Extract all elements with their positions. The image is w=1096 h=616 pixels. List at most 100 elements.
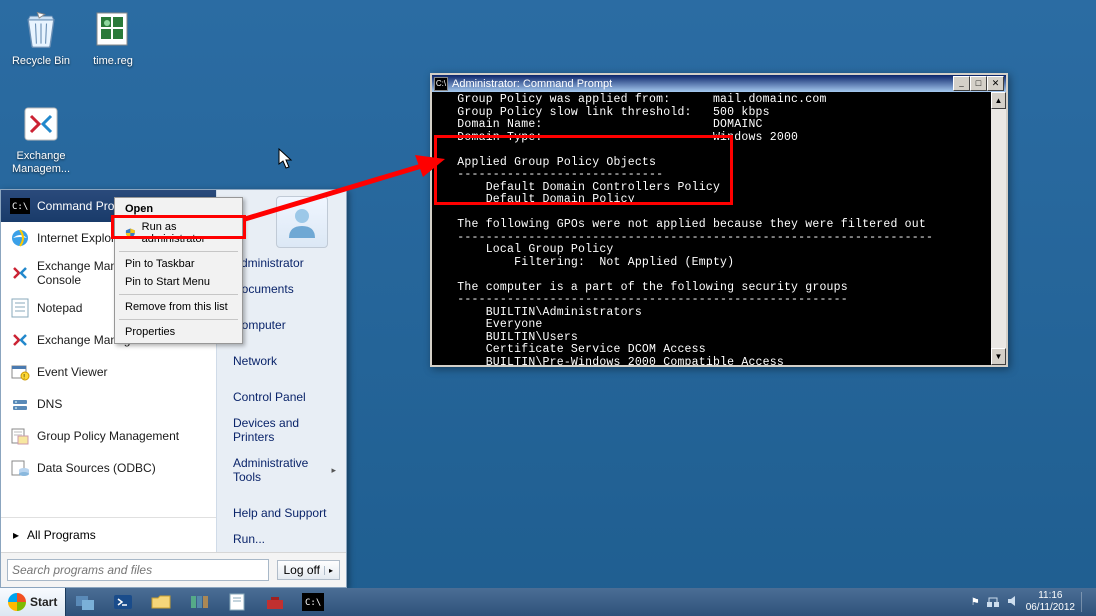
taskbar-powershell-icon[interactable] [104, 588, 142, 616]
ctx-pin-start[interactable]: Pin to Start Menu [117, 273, 240, 291]
recycle-bin-icon[interactable]: Recycle Bin [6, 5, 76, 68]
windows-orb-icon [8, 593, 26, 611]
ctx-pin-taskbar[interactable]: Pin to Taskbar [117, 255, 240, 273]
ctx-run-as-admin[interactable]: Run as administrator [117, 218, 240, 248]
ctx-separator [119, 319, 238, 320]
timereg-file-icon[interactable]: time.reg [78, 5, 148, 68]
taskbar-notepad-icon[interactable] [218, 588, 256, 616]
ie-icon [9, 227, 31, 249]
right-label: Administrator [233, 256, 304, 270]
svg-text:C:\: C:\ [12, 202, 28, 212]
pinned-item-odbc[interactable]: Data Sources (ODBC) [1, 452, 216, 484]
tray-network-icon[interactable] [986, 594, 1000, 611]
svg-text:C:\: C:\ [305, 598, 321, 608]
scroll-up-button[interactable]: ▲ [991, 92, 1006, 109]
ctx-remove[interactable]: Remove from this list [117, 298, 240, 316]
taskbar-explorer-icon[interactable] [142, 588, 180, 616]
ctx-label: Pin to Taskbar [125, 258, 195, 270]
system-tray: ⚑ 11:16 06/11/2012 [965, 588, 1096, 616]
logoff-dropdown-icon[interactable]: ▸ [324, 566, 333, 575]
pinned-item-event-viewer[interactable]: ! Event Viewer [1, 356, 216, 388]
shield-icon [125, 227, 136, 239]
ctx-separator [119, 294, 238, 295]
right-label: Help and Support [233, 506, 326, 520]
scroll-down-button[interactable]: ▼ [991, 348, 1006, 365]
pinned-label: Event Viewer [37, 365, 107, 379]
cmd-titlebar[interactable]: C:\ Administrator: Command Prompt _ □ ✕ [432, 75, 1006, 92]
ctx-label: Remove from this list [125, 301, 228, 313]
start-label: Start [30, 595, 57, 609]
all-programs-label: All Programs [27, 528, 96, 542]
pinned-item-gpo[interactable]: Group Policy Management [1, 420, 216, 452]
pinned-item-dns[interactable]: DNS [1, 388, 216, 420]
pinned-label: Internet Explorer [37, 231, 126, 245]
gpo-icon [9, 425, 31, 447]
pinned-label: Notepad [37, 301, 82, 315]
right-item-admintools[interactable]: Administrative Tools▸ [217, 450, 346, 490]
right-item-help[interactable]: Help and Support [217, 500, 346, 526]
maximize-button[interactable]: □ [970, 76, 987, 91]
ctx-label: Pin to Start Menu [125, 276, 210, 288]
scroll-track[interactable] [991, 109, 1006, 348]
cmd-titlebar-icon: C:\ [434, 77, 448, 91]
cmd-output: Group Policy was applied from: mail.doma… [432, 92, 1006, 365]
right-label: Administrative Tools [233, 456, 331, 484]
cmd-scrollbar[interactable]: ▲ ▼ [991, 92, 1006, 365]
ctx-open[interactable]: Open [117, 200, 240, 218]
timereg-label: time.reg [78, 55, 148, 68]
start-button[interactable]: Start [0, 588, 66, 616]
logoff-label: Log off [284, 563, 320, 577]
event-viewer-icon: ! [9, 361, 31, 383]
right-label: Run... [233, 532, 265, 546]
exchange-console-icon[interactable]: Exchange Managem... [6, 100, 76, 176]
right-label: Devices and Printers [233, 416, 336, 444]
cmd-icon: C:\ [9, 195, 31, 217]
right-label: Network [233, 354, 277, 368]
all-programs-button[interactable]: ▸ All Programs [1, 517, 216, 552]
close-button[interactable]: ✕ [987, 76, 1004, 91]
taskbar-clock[interactable]: 11:16 06/11/2012 [1026, 590, 1075, 614]
right-item-network[interactable]: Network [217, 348, 346, 374]
cursor-icon [278, 148, 294, 170]
show-desktop-button[interactable] [1081, 592, 1090, 612]
recycle-bin-label: Recycle Bin [6, 55, 76, 68]
tray-flag-icon[interactable]: ⚑ [971, 597, 980, 608]
search-input[interactable] [7, 559, 269, 581]
desktop: Recycle Bin time.reg Exchange Managem...… [0, 0, 1096, 616]
exchange-shell-icon [9, 329, 31, 351]
pinned-label: DNS [37, 397, 62, 411]
clock-date: 06/11/2012 [1026, 602, 1075, 614]
pinned-label: Group Policy Management [37, 429, 179, 443]
tray-sound-icon[interactable] [1006, 594, 1020, 611]
taskbar-libraries-icon[interactable] [180, 588, 218, 616]
ctx-label: Open [125, 203, 153, 215]
all-programs-arrow-icon: ▸ [13, 528, 19, 542]
dns-icon [9, 393, 31, 415]
taskbar-server-manager-icon[interactable] [66, 588, 104, 616]
logoff-button[interactable]: Log off ▸ [277, 560, 341, 580]
right-item-run[interactable]: Run... [217, 526, 346, 552]
cmd-title: Administrator: Command Prompt [452, 78, 612, 90]
ctx-separator [119, 251, 238, 252]
odbc-icon [9, 457, 31, 479]
clock-time: 11:16 [1026, 590, 1075, 602]
right-item-controlpanel[interactable]: Control Panel [217, 384, 346, 410]
user-avatar[interactable] [276, 196, 328, 248]
right-label: Control Panel [233, 390, 306, 404]
taskbar-toolbox-icon[interactable] [256, 588, 294, 616]
context-menu: Open Run as administrator Pin to Taskbar… [114, 197, 243, 344]
pinned-label: Data Sources (ODBC) [37, 461, 156, 475]
minimize-button[interactable]: _ [953, 76, 970, 91]
ctx-properties[interactable]: Properties [117, 323, 240, 341]
command-prompt-window: C:\ Administrator: Command Prompt _ □ ✕ … [430, 73, 1008, 367]
submenu-arrow-icon: ▸ [331, 465, 336, 476]
exchange-icon [9, 262, 31, 284]
exchange-label: Exchange Managem... [6, 150, 76, 176]
ctx-label: Properties [125, 326, 175, 338]
notepad-icon [9, 297, 31, 319]
right-item-devices[interactable]: Devices and Printers [217, 410, 346, 450]
taskbar-cmd-icon[interactable]: C:\ [294, 588, 332, 616]
cmd-body[interactable]: Group Policy was applied from: mail.doma… [432, 92, 1006, 365]
taskbar: Start C:\ ⚑ 11:16 06/11/2012 [0, 588, 1096, 616]
start-menu-search-row: Log off ▸ [1, 552, 346, 587]
